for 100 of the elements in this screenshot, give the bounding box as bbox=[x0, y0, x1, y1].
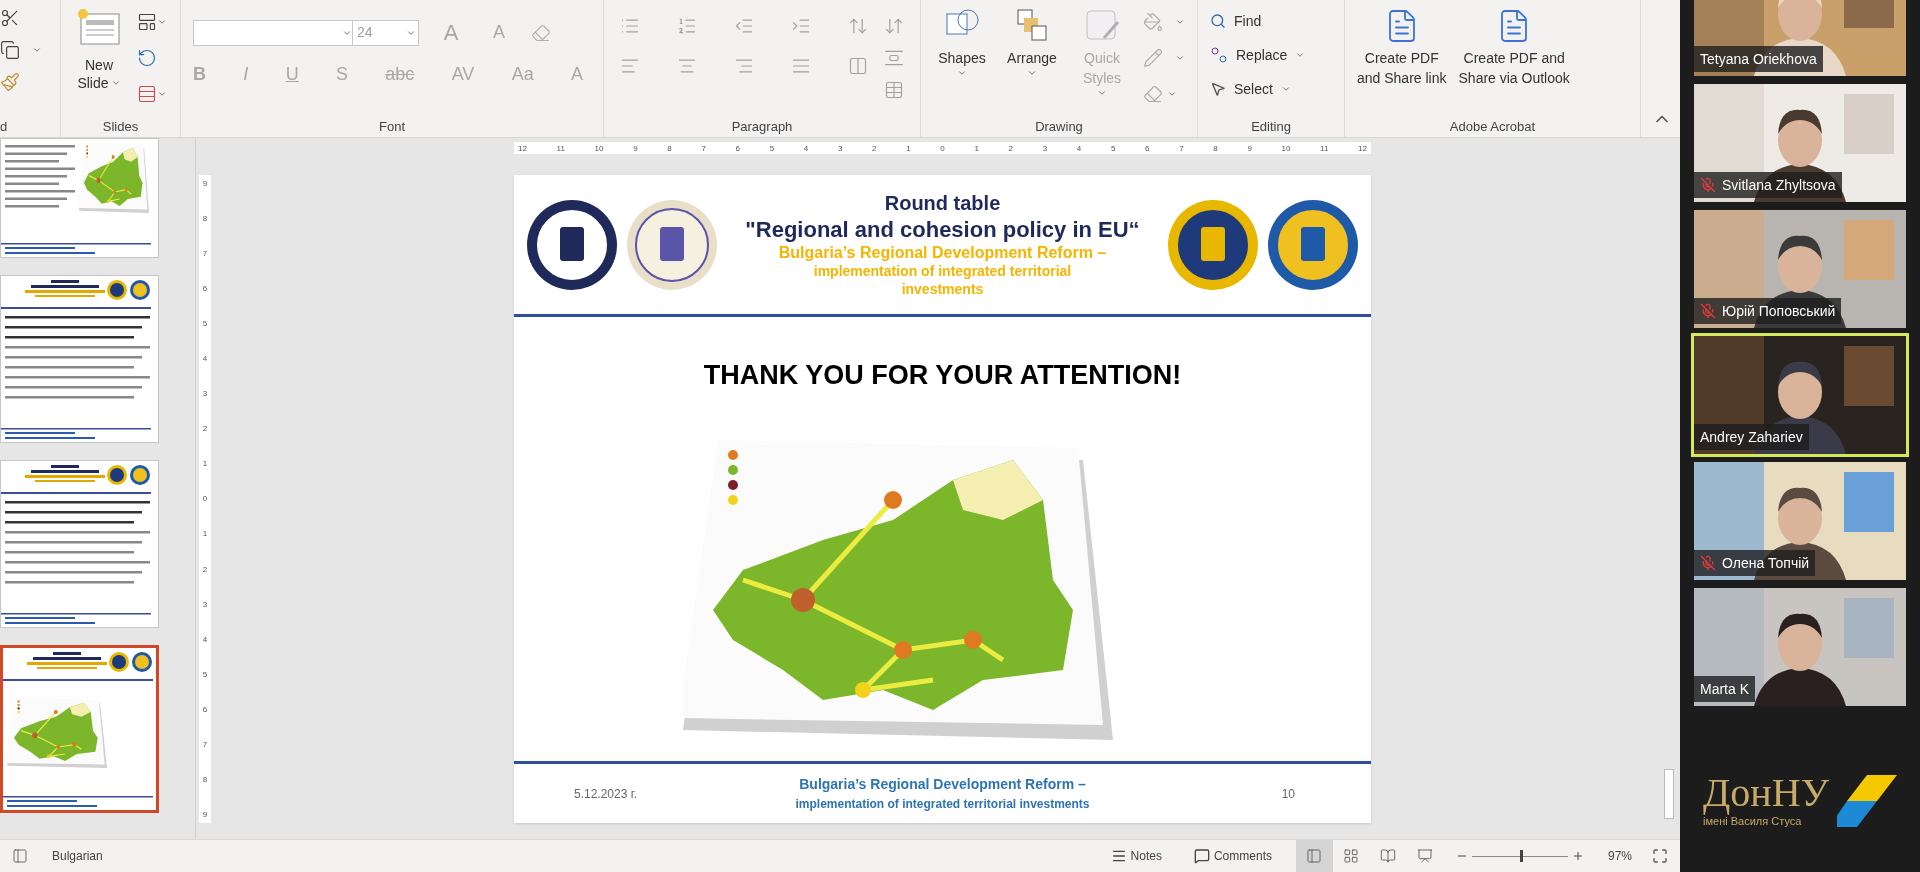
ruler-number: 5 bbox=[202, 319, 208, 329]
select-button[interactable]: Select bbox=[1210, 76, 1332, 102]
arrange-button[interactable]: Arrange bbox=[1003, 8, 1061, 117]
new-slide-icon bbox=[77, 8, 121, 48]
slide-thumbnail[interactable] bbox=[0, 460, 159, 628]
participant-name: Andrey Zahariev bbox=[1700, 427, 1803, 447]
ruler-number: 8 bbox=[667, 143, 672, 153]
reset-icon[interactable] bbox=[137, 48, 157, 68]
align-text-icon[interactable] bbox=[884, 48, 904, 68]
comment-icon bbox=[1193, 848, 1210, 864]
ruler-number: 3 bbox=[202, 389, 208, 399]
ruler-number: 9 bbox=[1247, 143, 1252, 153]
slide-thumbnail[interactable] bbox=[0, 645, 159, 813]
video-tile[interactable]: Andrey Zahariev bbox=[1694, 336, 1906, 454]
header-title: "Regional and cohesion policy in EU“ bbox=[745, 215, 1140, 244]
find-button[interactable]: Find bbox=[1210, 8, 1332, 34]
ruler-number: 4 bbox=[202, 634, 208, 644]
zoom-slider[interactable] bbox=[1471, 849, 1568, 863]
columns-icon[interactable] bbox=[848, 56, 868, 76]
video-tile[interactable]: Олена Топчій bbox=[1694, 462, 1906, 580]
group-label: Slides bbox=[101, 118, 140, 136]
caret-icon bbox=[157, 17, 167, 27]
comments-button[interactable]: Comments bbox=[1193, 847, 1272, 865]
participant-name: Svitlana Zhyltsova bbox=[1722, 175, 1836, 195]
ruler-number: 3 bbox=[837, 143, 843, 153]
view-button[interactable] bbox=[1295, 839, 1333, 872]
line-spacing-icon[interactable] bbox=[848, 16, 868, 36]
footer-subtitle: implementation of integrated territorial investments bbox=[795, 796, 1090, 813]
ruler-number: 6 bbox=[735, 143, 740, 153]
scissors-icon[interactable] bbox=[0, 8, 20, 28]
notes-icon bbox=[1110, 848, 1127, 864]
text-direction-icon[interactable] bbox=[884, 16, 904, 36]
create-pdf-button[interactable]: Create PDF and Share via Outlook bbox=[1458, 8, 1570, 117]
notes-button[interactable]: Notes bbox=[1110, 847, 1162, 865]
caret-icon bbox=[1295, 50, 1306, 60]
logo-title: ДонНУ bbox=[1703, 772, 1829, 813]
video-tile[interactable]: Marta K bbox=[1694, 588, 1906, 706]
section-icon[interactable] bbox=[137, 84, 157, 104]
pointer-icon bbox=[1210, 81, 1226, 97]
ruler-number: 9 bbox=[633, 143, 638, 153]
copy-icon[interactable] bbox=[0, 40, 20, 60]
ruler-number: 6 bbox=[202, 704, 208, 714]
spelling-icon[interactable] bbox=[12, 848, 28, 864]
ruler-number: 2 bbox=[872, 143, 877, 153]
numbered-list-icon[interactable] bbox=[677, 16, 697, 36]
logo-subtitle: імені Василя Стуса bbox=[1703, 814, 1802, 829]
outline-icon[interactable] bbox=[1143, 48, 1163, 68]
ruler-number: 0 bbox=[940, 143, 945, 153]
clear-formatting-icon[interactable] bbox=[531, 22, 551, 43]
video-tile[interactable]: Юрій Поповський bbox=[1694, 210, 1906, 328]
slide-thumbnail[interactable] bbox=[0, 138, 159, 258]
ruler-number: 4 bbox=[1076, 143, 1082, 153]
slide-date: 5.12.2023 г. bbox=[574, 785, 638, 803]
ruler-number: 5 bbox=[202, 669, 208, 679]
caret-icon bbox=[1027, 68, 1037, 78]
ruler-number: 12 bbox=[1358, 143, 1367, 153]
new-slide-button[interactable]: New Slide bbox=[69, 8, 129, 117]
slide-thumbnail[interactable] bbox=[0, 275, 159, 443]
replace-button[interactable]: Replace bbox=[1210, 42, 1332, 68]
create-pdf-button[interactable]: Create PDF and Share link bbox=[1357, 8, 1447, 117]
ruler-number: 1 bbox=[202, 459, 208, 469]
shapes-button[interactable]: Shapes bbox=[933, 8, 991, 117]
ruler-number: 1 bbox=[974, 143, 979, 153]
video-tile[interactable]: Tetyana Oriekhova bbox=[1694, 0, 1906, 76]
slide-title: THANK YOU FOR YOUR ATTENTION! bbox=[703, 359, 1182, 392]
caret-icon bbox=[957, 68, 967, 78]
fit-slide-icon[interactable] bbox=[1652, 848, 1668, 864]
participant-name: Олена Топчій bbox=[1722, 553, 1810, 573]
group-label: d bbox=[0, 118, 9, 136]
ruler-number: 2 bbox=[1008, 143, 1013, 153]
caret-icon bbox=[157, 89, 167, 99]
scrollbar-thumb[interactable] bbox=[1664, 769, 1674, 819]
layout-icon[interactable] bbox=[137, 12, 157, 32]
header-subtitle: implementation of integrated territorial investments bbox=[812, 263, 1073, 299]
ruler-number: 3 bbox=[1042, 143, 1048, 153]
font-name-field[interactable] bbox=[193, 19, 353, 46]
language-label[interactable]: Bulgarian bbox=[52, 847, 103, 865]
ruler-number: 5 bbox=[1110, 143, 1116, 153]
ruler-number: 0 bbox=[202, 494, 208, 504]
ruler-number: 7 bbox=[1179, 143, 1184, 153]
paintbrush-icon[interactable] bbox=[0, 72, 20, 92]
normal-view-icon bbox=[1306, 848, 1323, 864]
video-tile[interactable]: Svitlana Zhyltsova bbox=[1694, 84, 1906, 202]
slide-sorter-icon bbox=[1343, 848, 1360, 864]
ruler-number: 11 bbox=[556, 143, 565, 153]
zoom-in-icon[interactable] bbox=[1571, 850, 1584, 862]
ruler-number: 5 bbox=[769, 143, 775, 153]
ruler-number: 9 bbox=[202, 179, 208, 188]
zoom-level[interactable]: 97% bbox=[1607, 847, 1632, 865]
fill-icon[interactable] bbox=[1143, 12, 1163, 32]
ruler-number: 3 bbox=[202, 599, 208, 609]
ruler-number: 10 bbox=[594, 143, 604, 153]
flag-icon bbox=[1836, 775, 1897, 827]
ruler-number: 11 bbox=[1320, 143, 1329, 153]
effects-icon[interactable] bbox=[1143, 84, 1163, 104]
ruler-number: 7 bbox=[202, 739, 208, 749]
ruler-number: 1 bbox=[202, 529, 208, 539]
ruler-number: 8 bbox=[1213, 143, 1218, 153]
group-label: Drawing bbox=[1034, 118, 1084, 136]
zoom-slider-thumb[interactable] bbox=[1519, 850, 1523, 862]
